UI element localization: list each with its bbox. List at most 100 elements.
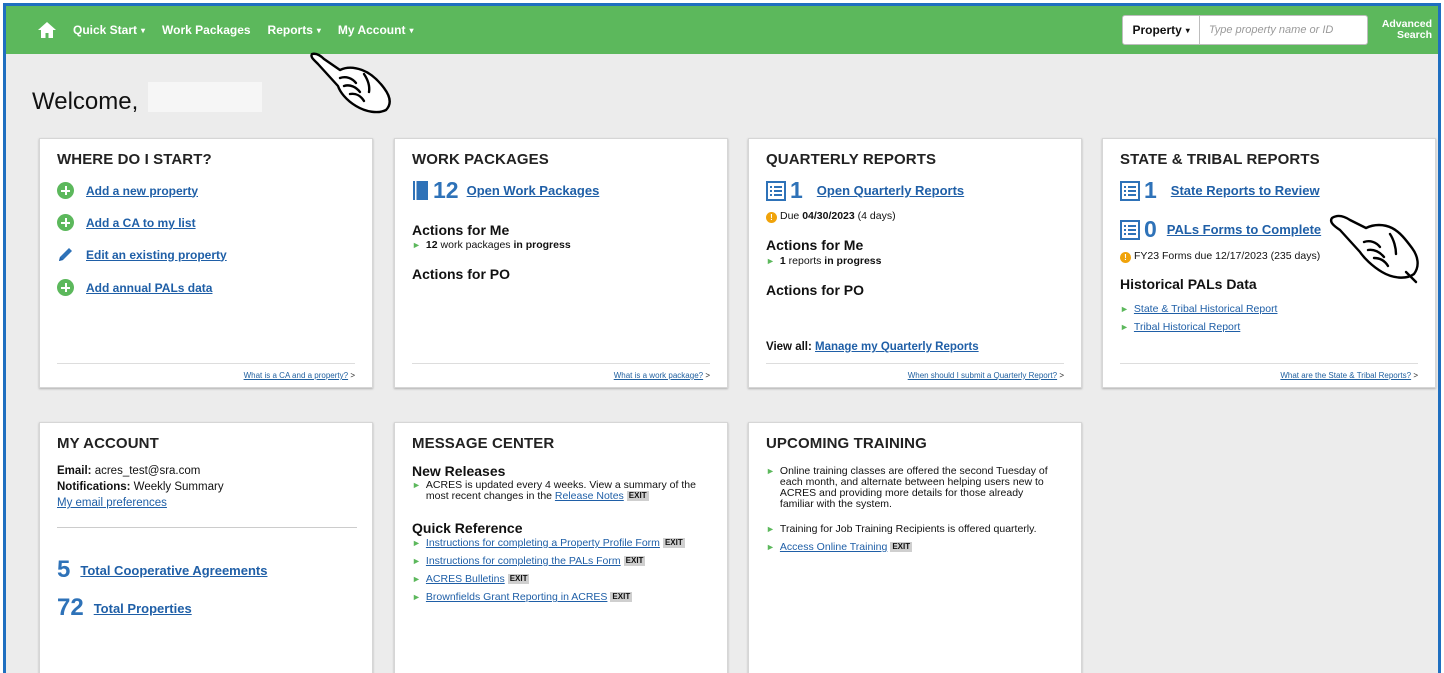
when-submit-quarterly-link[interactable]: When should I submit a Quarterly Report? bbox=[908, 371, 1057, 380]
acres-bulletins-link[interactable]: ACRES Bulletins bbox=[426, 574, 505, 585]
divider bbox=[57, 527, 357, 528]
card-title: WORK PACKAGES bbox=[412, 151, 549, 168]
quarterly-reports-card: QUARTERLY REPORTS 1 Open Quarterly Repor… bbox=[748, 138, 1082, 388]
exit-badge: EXIT bbox=[610, 592, 633, 602]
quick-ref-item: ► Instructions for completing a Property … bbox=[412, 538, 685, 549]
view-all-row: View all: Manage my Quarterly Reports bbox=[766, 341, 979, 353]
grant-reporting-link[interactable]: Brownfields Grant Reporting in ACRES bbox=[426, 592, 608, 603]
book-icon bbox=[413, 181, 428, 200]
list-icon bbox=[1120, 219, 1140, 240]
triangle-right-icon: ► bbox=[412, 556, 421, 566]
training-item: ► Training for Job Training Recipients is… bbox=[766, 523, 1037, 535]
nav-quick-start[interactable]: Quick Start ▾ bbox=[73, 23, 145, 37]
card-title: QUARTERLY REPORTS bbox=[766, 151, 937, 168]
add-ca-item[interactable]: Add a CA to my list bbox=[57, 214, 196, 231]
my-account-card: MY ACCOUNT Email: acres_test@sra.com Not… bbox=[39, 422, 373, 673]
list-icon bbox=[766, 180, 786, 201]
upcoming-training-card: UPCOMING TRAINING ► Online training class… bbox=[748, 422, 1082, 673]
triangle-right-icon: ► bbox=[766, 256, 775, 266]
triangle-right-icon: ► bbox=[1120, 304, 1129, 314]
triangle-right-icon: ► bbox=[412, 480, 421, 490]
pals-forms-link[interactable]: PALs Forms to Complete bbox=[1167, 222, 1321, 237]
cooperative-agreements-row: 5 Total Cooperative Agreements bbox=[57, 556, 267, 584]
manage-quarterly-link[interactable]: Manage my Quarterly Reports bbox=[815, 341, 979, 353]
triangle-right-icon: ► bbox=[766, 466, 775, 476]
message-center-card: MESSAGE CENTER New Releases ► ACRES is up… bbox=[394, 422, 728, 673]
property-search: Property▾ AdvancedSearch bbox=[1122, 15, 1432, 45]
edit-property-link[interactable]: Edit an existing property bbox=[86, 248, 227, 262]
add-property-item[interactable]: Add a new property bbox=[57, 182, 198, 199]
open-quarterly-row: 1 Open Quarterly Reports bbox=[766, 177, 964, 204]
plus-circle-icon bbox=[57, 279, 74, 296]
plus-circle-icon bbox=[57, 214, 74, 231]
add-pals-link[interactable]: Add annual PALs data bbox=[86, 281, 212, 295]
property-profile-instructions-link[interactable]: Instructions for completing a Property P… bbox=[426, 538, 660, 549]
exit-badge: EXIT bbox=[623, 556, 646, 566]
historical-link-row: ► State & Tribal Historical Report bbox=[1120, 303, 1277, 315]
triangle-right-icon: ► bbox=[412, 240, 421, 250]
actions-for-po-heading: Actions for PO bbox=[412, 266, 511, 282]
pals-forms-row: 0 PALs Forms to Complete bbox=[1120, 216, 1321, 243]
chevron-down-icon: ▾ bbox=[316, 26, 321, 35]
card-footer: When should I submit a Quarterly Report?… bbox=[766, 363, 1064, 387]
home-icon[interactable] bbox=[37, 21, 57, 39]
release-notes-link[interactable]: Release Notes bbox=[555, 490, 624, 502]
cooperative-agreements-link[interactable]: Total Cooperative Agreements bbox=[80, 563, 267, 578]
training-item: ► Access Online Training EXIT bbox=[766, 542, 913, 553]
add-ca-link[interactable]: Add a CA to my list bbox=[86, 216, 196, 230]
triangle-right-icon: ► bbox=[1120, 322, 1129, 332]
notifications-row: Notifications: Weekly Summary bbox=[57, 481, 224, 493]
card-footer: What is a work package? > bbox=[412, 363, 710, 387]
add-pals-item[interactable]: Add annual PALs data bbox=[57, 279, 212, 296]
cooperative-agreements-count: 5 bbox=[57, 556, 71, 583]
state-reports-link[interactable]: State Reports to Review bbox=[1171, 183, 1320, 198]
triangle-right-icon: ► bbox=[412, 592, 421, 602]
pencil-icon bbox=[59, 248, 72, 261]
card-title: MESSAGE CENTER bbox=[412, 435, 555, 452]
where-do-i-start-card: WHERE DO I START? Add a new property Add… bbox=[39, 138, 373, 388]
user-name-redacted bbox=[148, 82, 262, 112]
state-tribal-historical-link[interactable]: State & Tribal Historical Report bbox=[1134, 303, 1278, 315]
triangle-right-icon: ► bbox=[766, 524, 775, 534]
add-property-link[interactable]: Add a new property bbox=[86, 184, 198, 198]
nav-work-packages[interactable]: Work Packages bbox=[162, 23, 251, 37]
pals-instructions-link[interactable]: Instructions for completing the PALs For… bbox=[426, 556, 621, 567]
total-properties-link[interactable]: Total Properties bbox=[94, 601, 192, 616]
work-package-count: 12 bbox=[433, 177, 459, 203]
actions-for-me-heading: Actions for Me bbox=[412, 222, 510, 238]
card-title: UPCOMING TRAINING bbox=[766, 435, 927, 452]
email-preferences-link[interactable]: My email preferences bbox=[57, 497, 167, 509]
quick-reference-heading: Quick Reference bbox=[412, 520, 523, 536]
card-footer: What is a CA and a property? > bbox=[57, 363, 355, 387]
chevron-down-icon: ▾ bbox=[141, 26, 146, 35]
exit-badge: EXIT bbox=[662, 538, 685, 548]
what-is-ca-link[interactable]: What is a CA and a property? bbox=[244, 371, 349, 380]
historical-pals-heading: Historical PALs Data bbox=[1120, 276, 1257, 292]
what-is-work-package-link[interactable]: What is a work package? bbox=[614, 371, 703, 380]
nav-my-account[interactable]: My Account ▾ bbox=[338, 23, 414, 37]
triangle-right-icon: ► bbox=[412, 574, 421, 584]
plus-circle-icon bbox=[57, 182, 74, 199]
card-title: WHERE DO I START? bbox=[57, 151, 212, 168]
pals-forms-count: 0 bbox=[1144, 216, 1157, 242]
access-online-training-link[interactable]: Access Online Training bbox=[780, 542, 887, 553]
training-item: ► Online training classes are offered the… bbox=[766, 465, 1048, 510]
exit-badge: EXIT bbox=[890, 542, 913, 552]
chevron-down-icon: ▾ bbox=[409, 26, 414, 35]
open-work-packages-link[interactable]: Open Work Packages bbox=[467, 183, 600, 198]
quarterly-count: 1 bbox=[790, 177, 803, 203]
release-notes-item: ► ACRES is updated every 4 weeks. View a … bbox=[412, 479, 696, 502]
quarterly-in-progress: ► 1 reports in progress bbox=[766, 255, 882, 267]
nav-reports[interactable]: Reports ▾ bbox=[268, 23, 321, 37]
edit-property-item[interactable]: Edit an existing property bbox=[57, 246, 227, 263]
open-quarterly-link[interactable]: Open Quarterly Reports bbox=[817, 183, 964, 198]
what-are-state-tribal-link[interactable]: What are the State & Tribal Reports? bbox=[1280, 371, 1411, 380]
work-packages-card: WORK PACKAGES 12 Open Work Packages Acti… bbox=[394, 138, 728, 388]
advanced-search-link[interactable]: Advanced Search bbox=[1382, 19, 1432, 41]
search-type-dropdown[interactable]: Property ▾ bbox=[1122, 15, 1200, 45]
quarterly-due: ! Due 04/30/2023 (4 days) bbox=[766, 210, 896, 223]
tribal-historical-link[interactable]: Tribal Historical Report bbox=[1134, 321, 1240, 333]
work-packages-in-progress: ► 12 work packages in progress bbox=[412, 239, 571, 251]
card-title: MY ACCOUNT bbox=[57, 435, 159, 452]
property-search-input[interactable] bbox=[1199, 15, 1368, 45]
